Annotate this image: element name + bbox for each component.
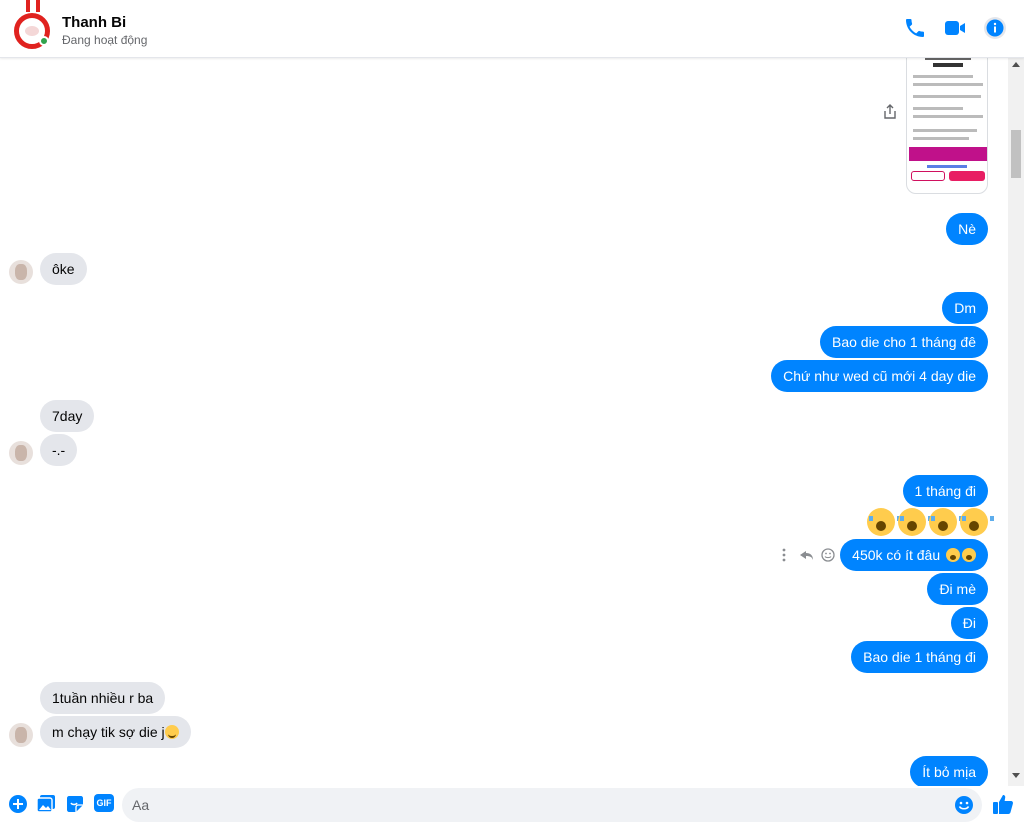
like-icon[interactable] (992, 793, 1014, 815)
reply-icon (800, 551, 813, 560)
message-text: m chạy tik sợ die j (52, 724, 165, 740)
emoji-icon[interactable] (954, 795, 974, 815)
video-call-icon[interactable] (943, 16, 967, 40)
message-input-box[interactable] (122, 788, 982, 822)
incoming-message[interactable]: ôke (40, 253, 87, 285)
scroll-up-arrow-icon[interactable] (1012, 62, 1020, 67)
scrollbar[interactable] (1008, 58, 1024, 786)
outgoing-message[interactable]: Đi (950, 607, 988, 639)
message-list[interactable]: Nè ôke Dm Bao die cho 1 tháng đê Chứ như… (0, 58, 1008, 786)
more-icon (782, 548, 786, 552)
incoming-message[interactable]: 7day (40, 400, 95, 432)
online-status-dot (39, 36, 49, 46)
plus-icon[interactable] (8, 794, 28, 814)
emoji-message[interactable] (867, 508, 994, 538)
image-icon[interactable] (36, 794, 56, 814)
avatar-decor (26, 0, 30, 12)
phone-icon[interactable] (903, 16, 927, 40)
incoming-message[interactable]: -.- (40, 434, 78, 466)
sticker-icon[interactable] (65, 794, 85, 814)
share-icon[interactable] (883, 104, 897, 120)
outgoing-message[interactable]: 1 tháng đi (902, 475, 988, 507)
gif-icon[interactable]: GIF (94, 794, 114, 812)
crying-face-icon (946, 548, 960, 562)
message-actions[interactable] (778, 546, 838, 564)
message-input[interactable] (132, 788, 932, 822)
chat-header: Thanh Bi Đang hoạt động (0, 0, 1024, 58)
outgoing-message[interactable]: Bao die cho 1 tháng đê (819, 326, 988, 358)
crying-face-icon (867, 508, 901, 536)
outgoing-message[interactable]: 450k có ít đâu (840, 539, 988, 571)
info-icon[interactable] (983, 16, 1007, 40)
message-text: 450k có ít đâu (852, 547, 941, 563)
contact-status: Đang hoạt động (62, 33, 148, 47)
incoming-message[interactable]: 1tuần nhiều r ba (40, 682, 166, 714)
composer-bar: GIF (0, 786, 1024, 827)
avatar-decor (36, 0, 40, 12)
outgoing-message[interactable]: Ít bỏ mịa (910, 756, 988, 786)
outgoing-message[interactable]: Bao die 1 tháng đi (851, 641, 988, 673)
react-icon (821, 548, 835, 562)
contact-small-avatar[interactable] (9, 441, 33, 465)
contact-small-avatar[interactable] (9, 260, 33, 284)
outgoing-message[interactable]: Đi mè (927, 573, 988, 605)
outgoing-message[interactable]: Chứ như wed cũ mới 4 day die (771, 360, 988, 392)
smiling-face-icon (164, 725, 179, 739)
scroll-thumb[interactable] (1011, 130, 1021, 178)
crying-face-icon (929, 508, 963, 536)
incoming-message[interactable]: m chạy tik sợ die j (40, 716, 191, 748)
outgoing-message[interactable]: Nè (946, 213, 988, 245)
outgoing-message[interactable]: Dm (942, 292, 988, 324)
crying-face-icon (962, 548, 976, 562)
contact-name[interactable]: Thanh Bi (62, 14, 126, 31)
contact-small-avatar[interactable] (9, 723, 33, 747)
shared-image-message[interactable] (906, 58, 988, 194)
scroll-down-arrow-icon[interactable] (1012, 773, 1020, 778)
crying-face-icon (898, 508, 932, 536)
crying-face-icon (960, 508, 994, 536)
